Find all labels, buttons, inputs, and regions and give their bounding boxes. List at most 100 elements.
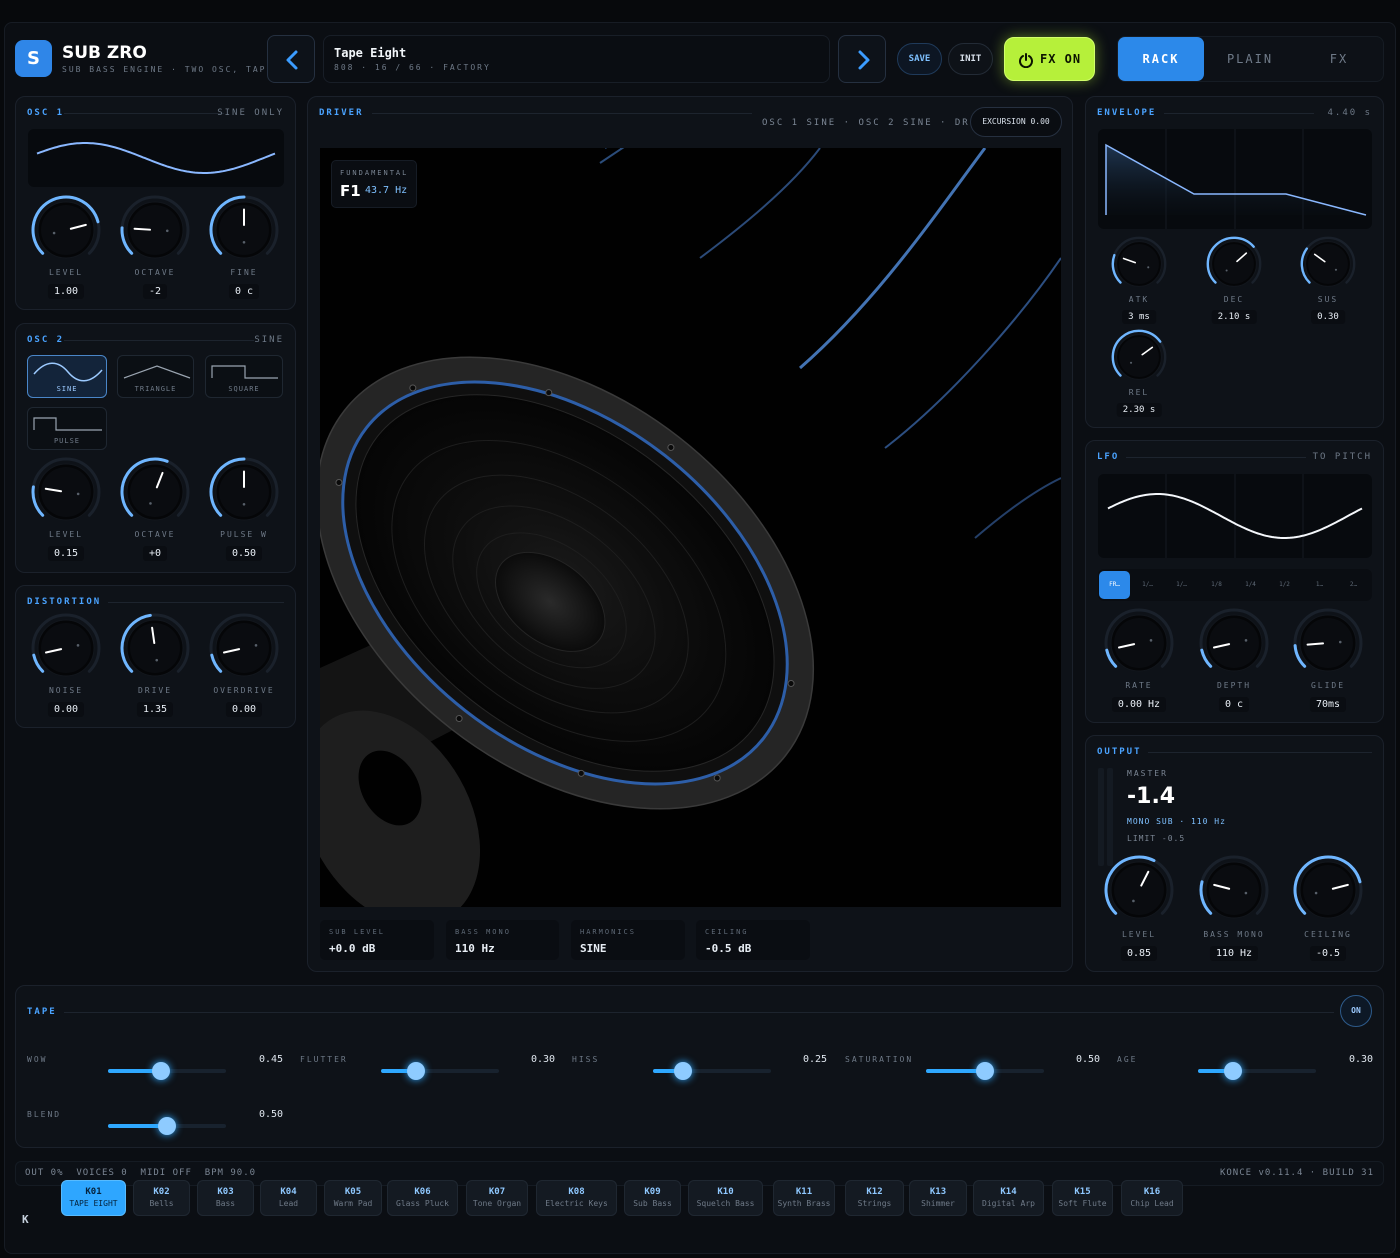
key-preset-k12[interactable]: K12 Strings: [845, 1180, 904, 1216]
tape-blend-label: BLEND: [27, 1110, 62, 1119]
tab-plain[interactable]: PLAIN: [1207, 37, 1293, 81]
lfo-rate-option[interactable]: 1/…: [1166, 571, 1197, 599]
env-decay-knob[interactable]: [1203, 233, 1265, 295]
ceiling-tile: CEILING -0.5 dB: [696, 920, 810, 960]
lfo-glide-label: GLIDE: [1310, 681, 1346, 690]
distortion-overdrive-knob[interactable]: [206, 610, 282, 686]
tape-age-slider[interactable]: [1198, 1062, 1316, 1080]
wave-pulse-button[interactable]: PULSE: [27, 407, 107, 450]
key-preset-k10[interactable]: K10 Squelch Bass: [688, 1180, 763, 1216]
tape-flutter-thumb[interactable]: [407, 1062, 426, 1080]
lfo-rate-knob[interactable]: [1101, 605, 1177, 681]
next-preset-button[interactable]: [838, 35, 886, 83]
key-preset-k09[interactable]: K09 Sub Bass: [624, 1180, 681, 1216]
fundamental-note: F1: [340, 182, 361, 200]
wave-triangle-button[interactable]: TRIANGLE: [117, 355, 194, 398]
output-bass-mono-knob[interactable]: [1196, 852, 1272, 928]
knob-dial-icon: [1206, 236, 1262, 287]
key-preset-k07[interactable]: K07 Tone Organ: [466, 1180, 528, 1216]
tape-hiss-thumb[interactable]: [673, 1062, 692, 1080]
tape-saturation-thumb[interactable]: [976, 1062, 994, 1080]
lfo-rate-option[interactable]: FR…: [1099, 571, 1130, 599]
distortion-drive-knob[interactable]: [117, 610, 193, 686]
key-preset-k06[interactable]: K06 Glass Pluck: [387, 1180, 458, 1216]
lfo-glide-value: 70ms: [1309, 697, 1347, 712]
lfo-rate-option[interactable]: 2…: [1338, 571, 1369, 599]
key-preset-k15[interactable]: K15 Soft Flute: [1052, 1180, 1113, 1216]
lfo-rate-option[interactable]: 1/8: [1201, 571, 1232, 599]
tape-hiss-slider[interactable]: [653, 1062, 771, 1080]
prev-preset-button[interactable]: [267, 35, 315, 83]
env-sustain-knob[interactable]: [1297, 233, 1359, 295]
osc2-octave-label: OCTAVE: [134, 530, 176, 539]
tape-saturation-value: 0.50: [1076, 1054, 1101, 1065]
tape-blend-thumb[interactable]: [158, 1117, 176, 1135]
key-preset-k16[interactable]: K16 Chip Lead: [1121, 1180, 1183, 1216]
key-preset-k02[interactable]: K02 Bells: [133, 1180, 190, 1216]
tape-age-thumb[interactable]: [1224, 1062, 1243, 1080]
key-preset-k08[interactable]: K08 Electric Keys: [536, 1180, 617, 1216]
pulse-wave-icon: [33, 417, 102, 431]
osc1-fine-knob[interactable]: [206, 192, 282, 268]
tape-wow-thumb[interactable]: [152, 1062, 171, 1080]
tab-fx[interactable]: FX: [1296, 37, 1382, 81]
key-preset-k14[interactable]: K14 Digital Arp: [973, 1180, 1044, 1216]
knob-dial-icon: [209, 457, 279, 521]
fx-toggle-button[interactable]: FX ON: [1004, 37, 1095, 81]
tape-flutter-slider[interactable]: [381, 1062, 499, 1080]
osc1-level-knob[interactable]: [28, 192, 104, 268]
distortion-noise-knob[interactable]: [28, 610, 104, 686]
env-attack-label: ATK: [1128, 295, 1150, 304]
tape-saturation-slider[interactable]: [926, 1062, 1044, 1080]
output-level-knob[interactable]: [1101, 852, 1177, 928]
knob-dial-icon: [1293, 608, 1363, 672]
tab-rack[interactable]: RACK: [1118, 37, 1204, 81]
preset-name: Tape Eight: [334, 46, 407, 60]
square-wave-icon: [211, 365, 278, 379]
knob-dial-icon: [1104, 608, 1174, 672]
envelope-total: 4.40 s: [1327, 108, 1372, 118]
output-ceiling-knob[interactable]: [1290, 852, 1366, 928]
env-release-knob[interactable]: [1108, 326, 1170, 388]
tape-wow-value: 0.45: [259, 1054, 284, 1065]
lfo-rate-option[interactable]: 1/4: [1235, 571, 1266, 599]
tape-hiss-value: 0.25: [803, 1054, 828, 1065]
lfo-rate-option[interactable]: 1/…: [1132, 571, 1163, 599]
tape-flutter-label: FLUTTER: [300, 1055, 348, 1064]
osc2-level-knob[interactable]: [28, 454, 104, 530]
key-preset-k13[interactable]: K13 Shimmer: [909, 1180, 967, 1216]
key-preset-k11[interactable]: K11 Synth Brass: [773, 1180, 835, 1216]
key-preset-k04[interactable]: K04 Lead: [260, 1180, 317, 1216]
envelope-graph: [1098, 129, 1372, 229]
env-release-value: 2.30 s: [1116, 403, 1162, 417]
distortion-title: DISTORTION: [27, 597, 102, 607]
master-label: MASTER: [1127, 769, 1168, 778]
lfo-depth-knob[interactable]: [1196, 605, 1272, 681]
wave-square-button[interactable]: SQUARE: [205, 355, 283, 398]
osc2-level-value: 0.15: [47, 546, 85, 561]
osc2-pulse-width-knob[interactable]: [206, 454, 282, 530]
osc1-octave-knob[interactable]: [117, 192, 193, 268]
osc2-octave-knob[interactable]: [117, 454, 193, 530]
key-preset-k05[interactable]: K05 Warm Pad: [324, 1180, 382, 1216]
harmonics-tile: HARMONICS SINE: [571, 920, 685, 960]
lfo-rate-option[interactable]: 1/2: [1269, 571, 1300, 599]
tape-wow-slider[interactable]: [108, 1062, 226, 1080]
lfo-rate-option[interactable]: 1…: [1304, 571, 1335, 599]
fundamental-label: FUNDAMENTAL: [340, 169, 409, 177]
wave-sine-button[interactable]: SINE: [27, 355, 107, 398]
lfo-glide-knob[interactable]: [1290, 605, 1366, 681]
tape-blend-slider[interactable]: [108, 1117, 226, 1135]
preset-display[interactable]: Tape Eight 808 · 16 / 66 · FACTORY: [323, 35, 830, 83]
knob-dial-icon: [120, 457, 190, 521]
output-ceiling-value: -0.5: [1309, 946, 1347, 961]
init-button[interactable]: INIT: [948, 43, 993, 75]
save-button[interactable]: SAVE: [897, 43, 942, 75]
env-attack-knob[interactable]: [1108, 233, 1170, 295]
knob-dial-icon: [120, 195, 190, 259]
key-preset-k01[interactable]: K01 TAPE EIGHT: [61, 1180, 126, 1216]
distortion-noise-label: NOISE: [48, 686, 84, 695]
env-sustain-label: SUS: [1317, 295, 1339, 304]
tape-on-button[interactable]: ON: [1340, 995, 1372, 1027]
key-preset-k03[interactable]: K03 Bass: [197, 1180, 254, 1216]
